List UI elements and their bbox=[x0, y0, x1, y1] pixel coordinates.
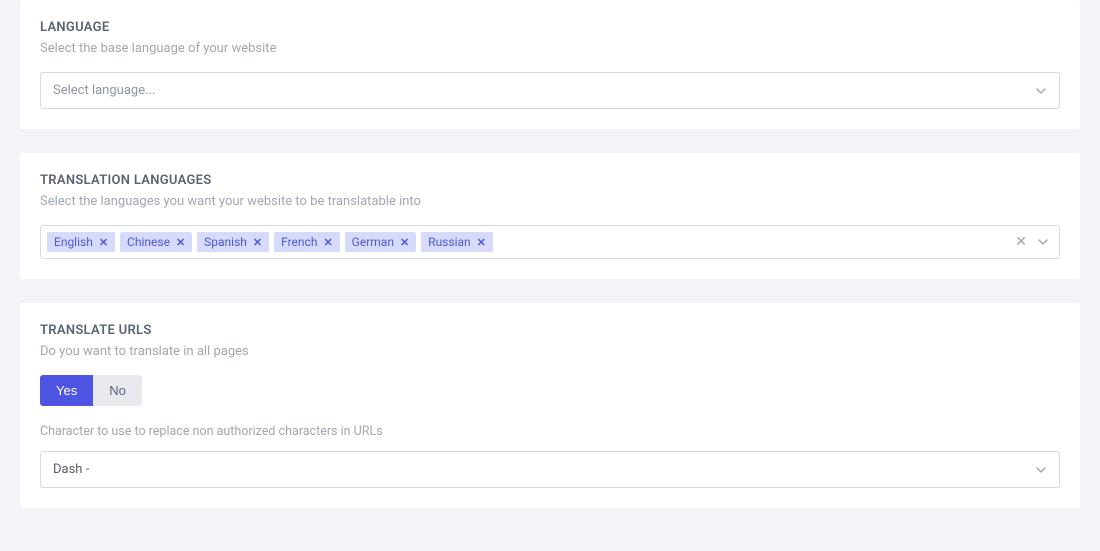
urls-title: TRANSLATE URLS bbox=[40, 323, 1060, 338]
tag-label: Chinese bbox=[127, 235, 170, 249]
toggle-yes-button[interactable]: Yes bbox=[40, 375, 93, 406]
toggle-no-button[interactable]: No bbox=[93, 375, 142, 406]
remove-tag-icon[interactable]: ✕ bbox=[323, 237, 332, 248]
language-title: LANGUAGE bbox=[40, 20, 1060, 35]
translation-multiselect[interactable]: English✕Chinese✕Spanish✕French✕German✕Ru… bbox=[40, 225, 1060, 259]
remove-tag-icon[interactable]: ✕ bbox=[400, 237, 409, 248]
language-tag: Russian ✕ bbox=[421, 232, 493, 252]
chevron-down-icon bbox=[1035, 464, 1047, 476]
language-tag: German ✕ bbox=[345, 232, 417, 252]
tag-label: Russian bbox=[428, 235, 470, 249]
tag-label: Spanish bbox=[204, 235, 247, 249]
translation-section: TRANSLATION LANGUAGES Select the languag… bbox=[20, 153, 1080, 279]
clear-all-icon[interactable]: ✕ bbox=[1015, 235, 1027, 249]
remove-tag-icon[interactable]: ✕ bbox=[176, 237, 185, 248]
language-tag: French ✕ bbox=[274, 232, 340, 252]
translate-urls-section: TRANSLATE URLS Do you want to translate … bbox=[20, 303, 1080, 508]
remove-tag-icon[interactable]: ✕ bbox=[477, 237, 486, 248]
url-char-label: Character to use to replace non authoriz… bbox=[40, 424, 1060, 439]
translation-title: TRANSLATION LANGUAGES bbox=[40, 173, 1060, 188]
translation-subtitle: Select the languages you want your websi… bbox=[40, 194, 1060, 209]
language-tag: English ✕ bbox=[47, 232, 115, 252]
language-section: LANGUAGE Select the base language of you… bbox=[20, 0, 1080, 129]
translate-urls-toggle: Yes No bbox=[40, 375, 142, 406]
remove-tag-icon[interactable]: ✕ bbox=[253, 237, 262, 248]
remove-tag-icon[interactable]: ✕ bbox=[99, 237, 108, 248]
language-tag: Chinese ✕ bbox=[120, 232, 192, 252]
url-char-select[interactable]: Dash - bbox=[40, 451, 1060, 488]
tag-label: French bbox=[281, 235, 317, 249]
language-select-placeholder: Select language... bbox=[53, 83, 155, 98]
chevron-down-icon[interactable] bbox=[1037, 236, 1049, 248]
tag-label: German bbox=[352, 235, 394, 249]
language-subtitle: Select the base language of your website bbox=[40, 41, 1060, 56]
language-select[interactable]: Select language... bbox=[40, 72, 1060, 109]
url-char-value: Dash - bbox=[53, 462, 89, 477]
tag-label: English bbox=[54, 235, 93, 249]
chevron-down-icon bbox=[1035, 85, 1047, 97]
language-tag: Spanish ✕ bbox=[197, 232, 269, 252]
urls-subtitle: Do you want to translate in all pages bbox=[40, 344, 1060, 359]
